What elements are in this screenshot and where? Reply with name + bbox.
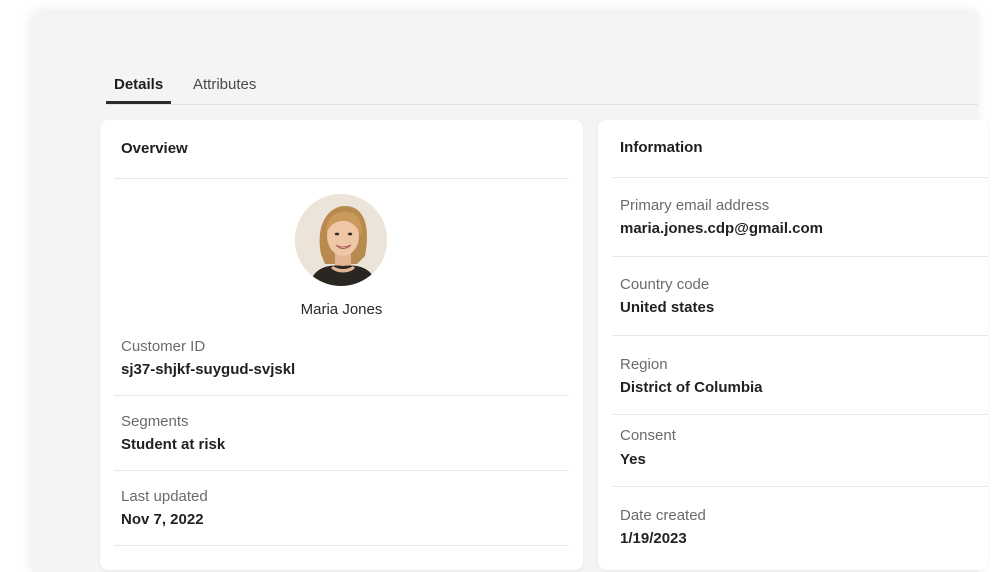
country-code-value: United states	[620, 299, 715, 316]
divider	[612, 335, 988, 336]
customer-id-label: Customer ID	[121, 338, 206, 355]
divider	[114, 178, 569, 179]
divider	[114, 395, 569, 396]
tab-attributes[interactable]: Attributes	[193, 72, 256, 104]
segments-label: Segments	[121, 413, 189, 430]
overview-card: Overview Maria Jones Customer ID sj37-sh…	[100, 120, 583, 570]
divider	[114, 470, 569, 471]
last-updated-value: Nov 7, 2022	[121, 511, 204, 528]
consent-label: Consent	[620, 427, 676, 444]
divider	[612, 177, 988, 178]
information-card: Information Primary email address maria.…	[598, 120, 988, 570]
consent-value: Yes	[620, 451, 646, 468]
region-label: Region	[620, 356, 668, 373]
email-label: Primary email address	[620, 197, 770, 214]
customer-id-value: sj37-shjkf-suygud-svjskl	[121, 361, 296, 378]
avatar	[295, 194, 387, 286]
divider	[612, 256, 988, 257]
tab-details[interactable]: Details	[106, 72, 172, 104]
segments-value: Student at risk	[121, 436, 226, 453]
information-title: Information	[620, 139, 703, 156]
customer-name: Maria Jones	[300, 301, 383, 318]
divider	[612, 414, 988, 415]
divider	[114, 545, 569, 546]
tab-bar: Details Attributes	[106, 72, 978, 105]
overview-title: Overview	[121, 140, 188, 157]
user-avatar-icon	[295, 194, 387, 286]
date-created-label: Date created	[620, 507, 706, 524]
divider	[612, 486, 988, 487]
region-value: District of Columbia	[620, 379, 763, 396]
email-value: maria.jones.cdp@gmail.com	[620, 220, 824, 237]
date-created-value: 1/19/2023	[620, 530, 687, 547]
country-code-label: Country code	[620, 276, 710, 293]
last-updated-label: Last updated	[121, 488, 208, 505]
